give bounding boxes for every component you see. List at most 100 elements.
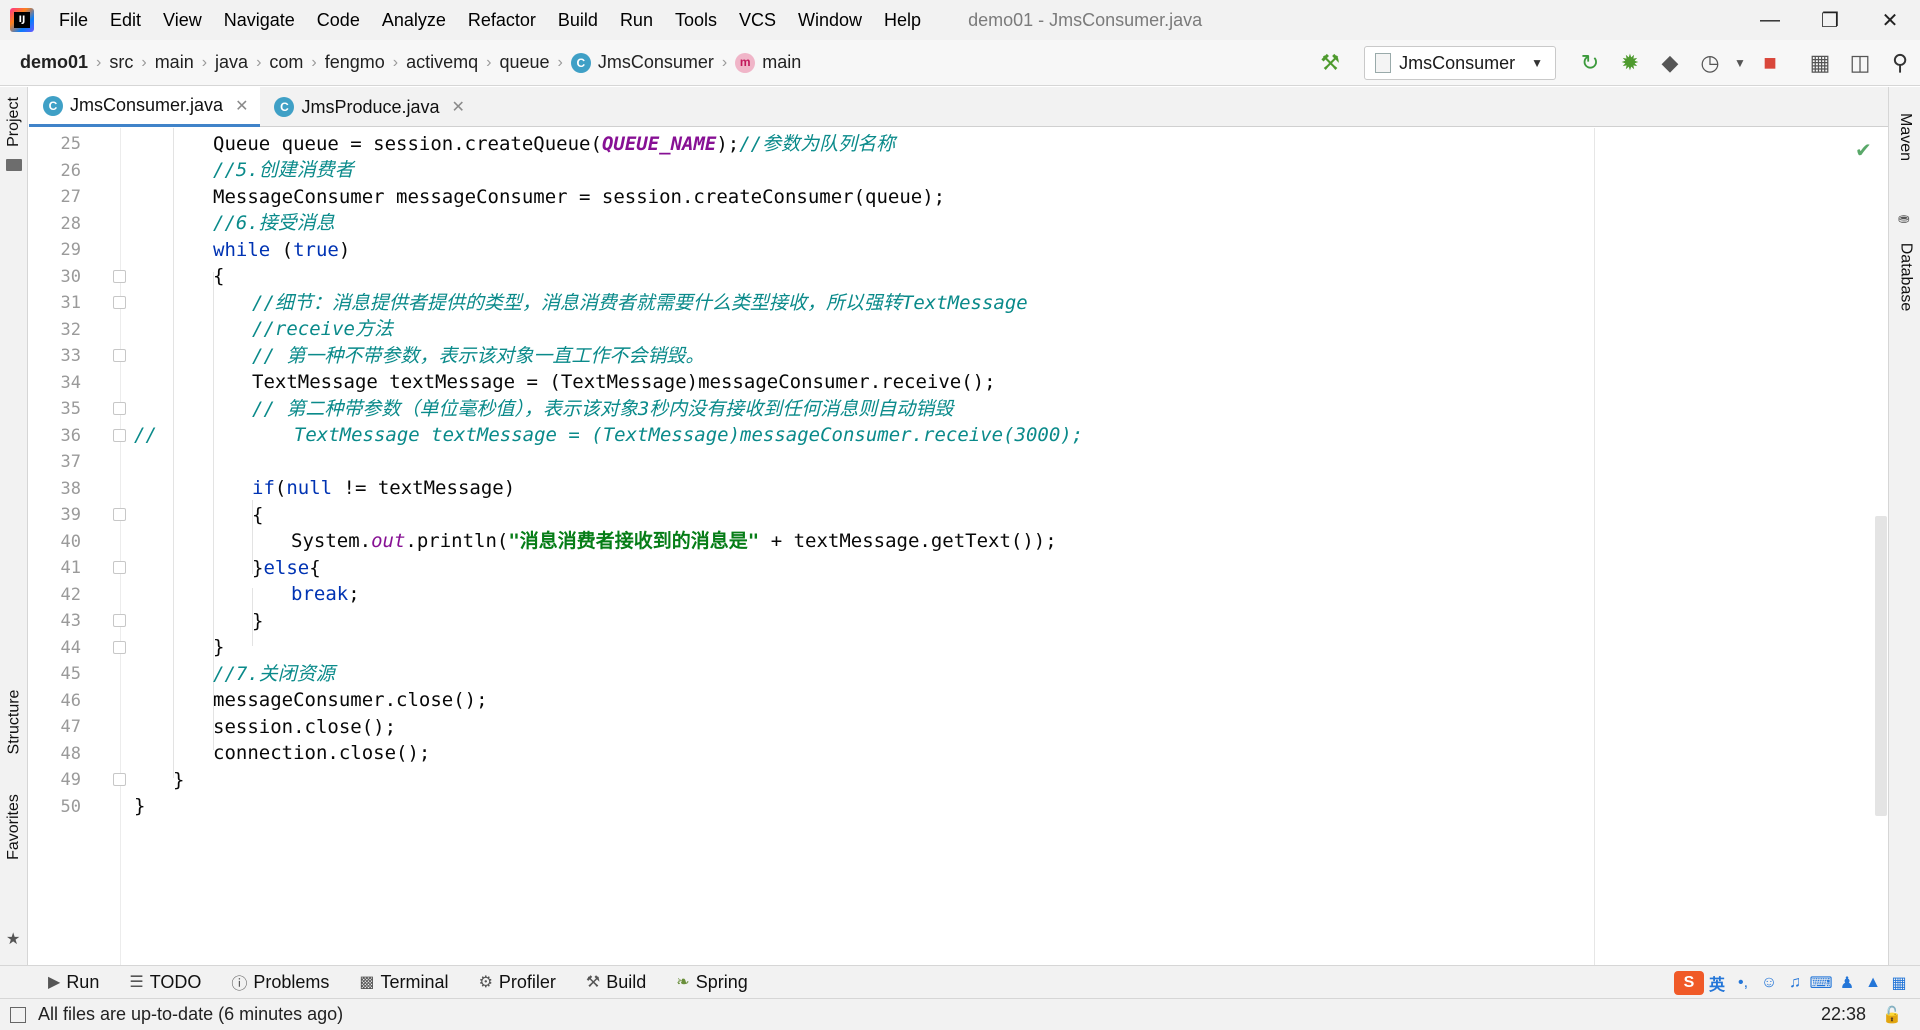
build-tool-button[interactable]: ⚒ Build (586, 972, 646, 993)
maven-tool-tab[interactable]: Maven (1889, 97, 1920, 177)
todo-tool-label: TODO (149, 971, 202, 992)
menu-help[interactable]: Help (873, 0, 932, 40)
code-editor[interactable]: 25 26 27 28 29 30 31 32 33 34 35 36 37 38 39 40 41 42 43 44… (29, 128, 1888, 965)
tool-window-toggle-icon[interactable] (10, 1006, 26, 1023)
search-icon[interactable]: ⚲ (1880, 43, 1920, 83)
fold-marker-icon[interactable] (113, 269, 126, 283)
problems-tool-button[interactable]: ⓘ Problems (231, 970, 329, 994)
fold-marker-icon[interactable] (113, 640, 126, 654)
terminal-icon[interactable]: ◫ (1840, 43, 1880, 83)
caret-position[interactable]: 22:38 (1821, 1004, 1866, 1025)
breadcrumb-com[interactable]: com (261, 52, 311, 73)
menu-analyze[interactable]: Analyze (371, 0, 457, 40)
keyboard-icon[interactable]: ⌨ (1808, 973, 1834, 993)
menu-tools[interactable]: Tools (664, 0, 728, 40)
menu-window[interactable]: Window (787, 0, 873, 40)
line-number: 50 (60, 796, 81, 817)
fold-marker-icon[interactable] (113, 773, 126, 786)
project-tool-tab[interactable]: Project (0, 87, 28, 157)
close-tab-icon[interactable]: ✕ (452, 97, 465, 117)
breadcrumb-class-label: JmsConsumer (597, 52, 714, 72)
inspection-ok-icon[interactable]: ✔ (1855, 138, 1872, 163)
favorites-tool-tab[interactable]: Favorites (0, 787, 28, 867)
menu-navigate[interactable]: Navigate (213, 0, 306, 40)
tab-jmsproduce[interactable]: C JmsProduce.java ✕ (260, 87, 476, 127)
rerun-icon[interactable]: ↻ (1570, 43, 1610, 83)
mic-icon[interactable]: ♫ (1782, 974, 1808, 992)
problems-tool-label: Problems (253, 971, 330, 992)
breadcrumb-fengmo[interactable]: fengmo (317, 52, 393, 73)
line-gutter: 25 26 27 28 29 30 31 32 33 34 35 36 37 38 39 40 41 42 43 44… (29, 128, 126, 965)
sogou-logo-icon[interactable]: S (1674, 970, 1704, 995)
breadcrumb-project[interactable]: demo01 (0, 52, 96, 73)
menu-run[interactable]: Run (609, 0, 664, 40)
class-icon: C (570, 52, 591, 73)
restore-icon[interactable]: ❐ (1800, 0, 1860, 40)
code-area[interactable]: Queue queue = session.createQueue(QUEUE_… (127, 128, 1587, 965)
debug-icon[interactable]: ✹ (1610, 43, 1650, 83)
fold-marker-icon[interactable] (113, 349, 126, 362)
fold-marker-icon[interactable] (113, 402, 126, 415)
menu-code[interactable]: Code (306, 0, 371, 40)
vertical-scrollbar[interactable] (1875, 516, 1887, 816)
build-hammer-icon[interactable]: ⚒ (1310, 43, 1350, 83)
breadcrumb-class[interactable]: C JmsConsumer (563, 52, 722, 73)
code-line-42: break; (291, 583, 360, 605)
menu-vcs[interactable]: VCS (728, 0, 787, 40)
shirt-icon[interactable]: ▲ (1860, 974, 1886, 992)
fold-marker-icon[interactable] (113, 508, 126, 521)
run-tool-button[interactable]: ▶ Run (48, 972, 99, 993)
fold-marker-icon[interactable] (113, 561, 126, 574)
code-line-38: if(null != textMessage) (252, 477, 516, 499)
editor-tabs: C JmsConsumer.java ✕ C JmsProduce.java ✕ (29, 87, 1888, 127)
todo-list-icon: ☰ (129, 974, 144, 991)
structure-tool-tab[interactable]: Structure (0, 677, 28, 767)
menu-build[interactable]: Build (547, 0, 609, 40)
build-tool-label: Build (606, 971, 647, 992)
ime-toolbar: S 英 •, ☺ ♫ ⌨ ♟ ▲ ▦ (1674, 966, 1912, 999)
profiler-tool-label: Profiler (498, 971, 556, 992)
run-tool-label: Run (66, 971, 100, 992)
menu-edit[interactable]: Edit (99, 0, 152, 40)
build-hammer-icon: ⚒ (585, 974, 601, 991)
ime-punctuation-toggle[interactable]: •, (1730, 974, 1756, 992)
minimize-icon[interactable]: — (1740, 0, 1800, 40)
database-tool-tab[interactable]: Database (1889, 217, 1920, 337)
breadcrumb-java[interactable]: java (207, 52, 256, 73)
spring-tool-button[interactable]: ❧ Spring (676, 972, 747, 993)
menu-view[interactable]: View (152, 0, 213, 40)
breadcrumb-src[interactable]: src (101, 52, 141, 73)
profiler-tool-button[interactable]: ⚙ Profiler (479, 972, 556, 993)
breadcrumb-activemq[interactable]: activemq (398, 52, 486, 73)
emoji-icon[interactable]: ☺ (1756, 974, 1782, 992)
breadcrumb-main[interactable]: main (147, 52, 202, 73)
menu-refactor[interactable]: Refactor (457, 0, 547, 40)
dropdown-arrow-icon[interactable]: ▼ (1730, 43, 1750, 83)
fold-marker-icon[interactable] (113, 614, 126, 627)
config-file-icon (1375, 53, 1392, 73)
indent-guide (173, 128, 174, 778)
close-window-icon[interactable]: ✕ (1860, 0, 1920, 40)
terminal-tool-button[interactable]: ▩ Terminal (359, 972, 448, 993)
coverage-icon[interactable]: ◆ (1650, 43, 1690, 83)
code-line-43: } (252, 610, 264, 632)
ime-language-toggle[interactable]: 英 (1704, 971, 1730, 995)
stop-icon[interactable]: ■ (1750, 43, 1790, 83)
fold-marker-icon[interactable] (113, 428, 126, 442)
fold-marker-icon[interactable] (113, 296, 126, 309)
breadcrumb-queue[interactable]: queue (491, 52, 557, 73)
menu-file[interactable]: File (48, 0, 99, 40)
user-icon[interactable]: ♟ (1834, 973, 1860, 993)
run-config-dropdown[interactable]: JmsConsumer ▼ (1364, 46, 1556, 80)
class-icon: C (274, 97, 295, 117)
tab-jmsconsumer[interactable]: C JmsConsumer.java ✕ (29, 87, 261, 127)
grid-icon[interactable]: ▦ (1886, 973, 1912, 993)
close-tab-icon[interactable]: ✕ (235, 96, 248, 116)
breadcrumb-method[interactable]: m main (727, 52, 809, 73)
lock-icon[interactable]: 🔓 (1882, 1005, 1902, 1025)
database-tool-label: Database (1897, 242, 1914, 312)
todo-tool-button[interactable]: ☰ TODO (129, 972, 201, 993)
profile-icon[interactable]: ◷ (1690, 43, 1730, 83)
profiler-icon: ⚙ (478, 974, 493, 991)
project-structure-icon[interactable]: ▦ (1800, 43, 1840, 83)
